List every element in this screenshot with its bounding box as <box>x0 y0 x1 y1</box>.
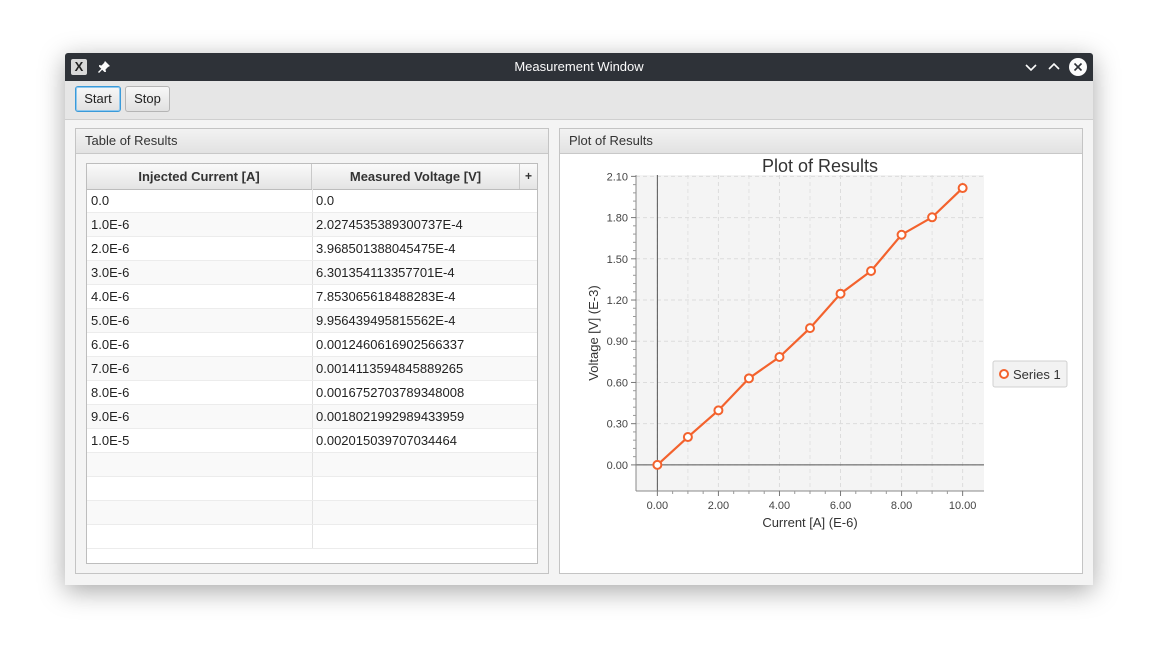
data-point <box>713 405 724 416</box>
legend-marker <box>999 369 1009 379</box>
toolbar: Start Stop <box>65 81 1093 120</box>
table-row[interactable]: 9.0E-6 0.0018021992989433959 <box>87 405 537 429</box>
column-menu-button[interactable]: + <box>520 164 537 189</box>
plot-panel-header: Plot of Results <box>560 129 1082 154</box>
cell-voltage <box>312 477 537 500</box>
y-tick-label: 0.90 <box>607 336 628 348</box>
y-tick-label: 0.30 <box>607 419 628 431</box>
cell-current: 4.0E-6 <box>87 285 313 308</box>
data-point <box>652 459 663 470</box>
chart-area: 0.00 2.00 4.00 6.00 8.00 10.00 0.00 0.30 0.60 0.9… <box>560 154 1082 573</box>
table-row[interactable]: 2.0E-6 3.968501388045475E-4 <box>87 237 537 261</box>
table-row[interactable] <box>87 525 537 549</box>
cell-current: 2.0E-6 <box>87 237 313 260</box>
x-axis-label: Current [A] (E-6) <box>762 515 857 530</box>
table-row[interactable]: 7.0E-6 0.0014113594845889265 <box>87 357 537 381</box>
cell-voltage: 0.0014113594845889265 <box>316 361 464 376</box>
minimize-icon[interactable] <box>1022 58 1040 76</box>
cell-current <box>87 501 313 524</box>
cell-voltage <box>312 525 537 548</box>
legend-label: Series 1 <box>1013 367 1061 382</box>
table-row[interactable] <box>87 453 537 477</box>
chart-legend: Series 1 <box>992 360 1068 388</box>
cell-current: 1.0E-6 <box>87 213 313 236</box>
results-table[interactable]: Injected Current [A] Measured Voltage [V… <box>86 163 538 564</box>
cell-voltage: 0.002015039707034464 <box>316 433 457 448</box>
plot-panel: Plot of Results 0.00 2.00 4.00 6.00 8.00 10.0… <box>559 128 1083 574</box>
table-row[interactable]: 8.0E-6 0.0016752703789348008 <box>87 381 537 405</box>
y-tick-label: 0.00 <box>607 460 628 472</box>
cell-current: 8.0E-6 <box>87 381 313 404</box>
y-tick-label: 2.10 <box>607 171 628 183</box>
data-point <box>957 183 968 194</box>
data-point <box>896 229 907 240</box>
cell-voltage: 9.956439495815562E-4 <box>316 313 456 328</box>
x-tick-label: 0.00 <box>647 500 668 512</box>
data-point <box>835 288 846 299</box>
x-tick-label: 10.00 <box>949 500 977 512</box>
cell-voltage: 0.0018021992989433959 <box>316 409 465 424</box>
table-header: Injected Current [A] Measured Voltage [V… <box>87 164 537 190</box>
column-header-current[interactable]: Injected Current [A] <box>87 164 312 189</box>
cell-voltage: 0.0012460616902566337 <box>316 337 465 352</box>
cell-current: 3.0E-6 <box>87 261 313 284</box>
window-title: Measurement Window <box>514 59 644 74</box>
cell-voltage: 7.853065618488283E-4 <box>316 289 456 304</box>
data-point <box>682 432 693 443</box>
cell-voltage: 3.968501388045475E-4 <box>316 241 456 256</box>
x-tick-label: 4.00 <box>769 500 790 512</box>
cell-current: 7.0E-6 <box>87 357 313 380</box>
table-panel: Table of Results Injected Current [A] Me… <box>75 128 549 574</box>
y-tick-label: 0.60 <box>607 377 628 389</box>
stop-button[interactable]: Stop <box>125 86 170 112</box>
cell-voltage: 0.0016752703789348008 <box>316 385 465 400</box>
cell-voltage: 6.301354113357701E-4 <box>316 265 455 280</box>
cell-current <box>87 453 313 476</box>
y-tick-label: 1.50 <box>607 254 628 266</box>
data-point <box>774 352 785 363</box>
cell-current: 5.0E-6 <box>87 309 313 332</box>
cell-current: 0.0 <box>87 189 313 212</box>
cell-current: 1.0E-5 <box>87 429 313 452</box>
close-icon[interactable] <box>1069 58 1087 76</box>
data-point <box>805 323 815 334</box>
measurement-window: X Measurement Window Start Stop Table of… <box>65 53 1093 585</box>
x-tick-label: 6.00 <box>830 500 851 512</box>
line-chart: 0.00 2.00 4.00 6.00 8.00 10.00 0.00 0.30 0.60 0.9… <box>586 156 1068 530</box>
table-panel-header: Table of Results <box>76 129 548 154</box>
table-row[interactable] <box>87 501 537 525</box>
cell-voltage: 0.0 <box>316 193 335 208</box>
cell-voltage: 2.0274535389300737E-4 <box>316 217 463 232</box>
maximize-icon[interactable] <box>1045 58 1063 76</box>
table-row[interactable]: 3.0E-6 6.301354113357701E-4 <box>87 261 537 285</box>
y-axis-label: Voltage [V] (E-3) <box>586 285 601 380</box>
cell-voltage <box>312 501 537 524</box>
cell-voltage <box>312 453 537 476</box>
data-point <box>743 373 754 384</box>
cell-current <box>87 525 313 548</box>
start-button[interactable]: Start <box>75 86 121 112</box>
cell-current <box>87 477 313 500</box>
cell-current: 6.0E-6 <box>87 333 313 356</box>
y-tick-label: 1.20 <box>607 295 628 307</box>
title-bar[interactable]: X Measurement Window <box>65 53 1093 81</box>
table-row[interactable] <box>87 477 537 501</box>
x-tick-label: 8.00 <box>891 500 912 512</box>
table-row[interactable]: 1.0E-5 0.002015039707034464 <box>87 429 537 453</box>
column-header-voltage[interactable]: Measured Voltage [V] <box>312 164 520 189</box>
y-tick-label: 1.80 <box>607 213 628 225</box>
cell-current: 9.0E-6 <box>87 405 313 428</box>
x-tick-label: 2.00 <box>708 500 729 512</box>
table-row[interactable]: 1.0E-6 2.0274535389300737E-4 <box>87 213 537 237</box>
table-row[interactable]: 6.0E-6 0.0012460616902566337 <box>87 333 537 357</box>
table-row[interactable]: 0.0 0.0 <box>87 189 537 213</box>
table-row[interactable]: 5.0E-6 9.956439495815562E-4 <box>87 309 537 333</box>
data-point <box>866 265 877 276</box>
table-row[interactable]: 4.0E-6 7.853065618488283E-4 <box>87 285 537 309</box>
chart-title: Plot of Results <box>762 156 878 176</box>
data-point <box>927 212 938 223</box>
